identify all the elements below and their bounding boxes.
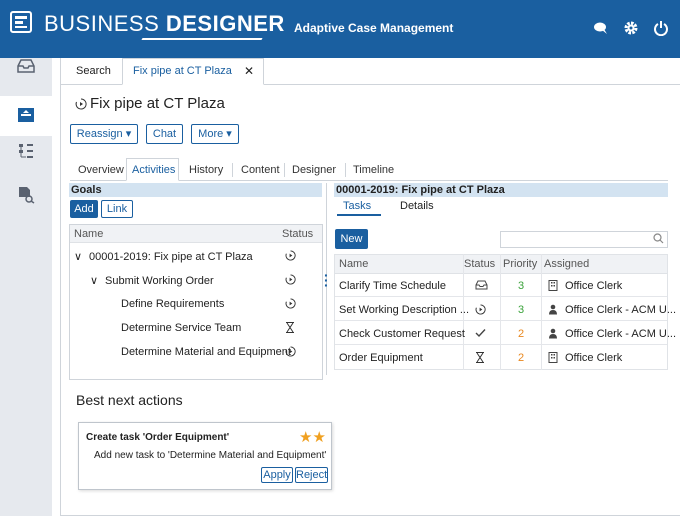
task-priority: 2 — [518, 328, 525, 340]
case-title: Fix pipe at CT Plaza — [90, 95, 225, 112]
row-divider — [335, 344, 667, 345]
row-divider — [335, 296, 667, 297]
logo-icon — [10, 11, 32, 33]
tab-timeline[interactable]: Timeline — [353, 160, 394, 180]
link-goal-button[interactable]: Link — [101, 200, 133, 218]
close-icon[interactable]: ✕ — [244, 58, 254, 84]
chat-bubble-icon[interactable] — [592, 19, 610, 37]
app-name: Adaptive Case Management — [294, 21, 454, 35]
new-task-button[interactable]: New — [335, 229, 368, 249]
search-icon[interactable] — [653, 233, 665, 245]
task-name[interactable]: Check Customer Request — [339, 328, 465, 340]
person-icon — [547, 327, 559, 339]
task-name[interactable]: Clarify Time Schedule — [339, 280, 446, 292]
subtab-separator — [284, 163, 285, 177]
tab-tasks-underline — [337, 214, 381, 216]
goal-row-label[interactable]: Determine Service Team — [121, 322, 241, 334]
detail-heading: 00001-2019: Fix pipe at CT Plaza — [334, 183, 668, 197]
row-divider — [335, 320, 667, 321]
tab-overview[interactable]: Overview — [78, 160, 124, 180]
waiting-icon — [284, 321, 296, 333]
subtab-separator — [345, 163, 346, 177]
task-assigned: Office Clerk - ACM U... — [565, 304, 677, 316]
in-progress-icon — [474, 303, 486, 315]
in-progress-icon — [284, 345, 296, 357]
inbox-icon — [17, 58, 35, 76]
goals-heading: Goals — [69, 183, 322, 197]
star-rating: ★★ — [299, 429, 326, 446]
check-icon — [474, 327, 486, 339]
person-icon — [547, 303, 559, 315]
goal-row-label[interactable]: Determine Material and Equipment — [121, 346, 291, 358]
goal-row-label[interactable]: 00001-2019: Fix pipe at CT Plaza — [89, 251, 253, 263]
col-divider — [541, 254, 542, 370]
reject-button[interactable]: Reject — [295, 467, 328, 483]
power-icon[interactable] — [652, 19, 670, 37]
col-divider — [500, 254, 501, 370]
in-progress-icon — [74, 96, 88, 112]
building-icon — [547, 351, 559, 363]
tab-tasks[interactable]: Tasks — [343, 200, 371, 212]
tab-history[interactable]: History — [189, 160, 223, 180]
apply-button[interactable]: Apply — [261, 467, 293, 483]
tab-designer[interactable]: Designer — [292, 160, 336, 180]
building-icon — [547, 279, 559, 291]
chat-button[interactable]: Chat — [146, 124, 183, 144]
sidebar-item-documents[interactable] — [0, 176, 52, 216]
add-goal-button[interactable]: Add — [70, 200, 98, 218]
task-priority: 3 — [518, 280, 525, 292]
tab-details[interactable]: Details — [400, 200, 434, 212]
tab-activities[interactable]: Activities — [132, 160, 175, 180]
tab-search[interactable]: Search — [76, 58, 111, 84]
tab-content[interactable]: Content — [241, 160, 280, 180]
task-assigned: Office Clerk — [565, 280, 623, 292]
in-progress-icon — [284, 297, 296, 309]
sidebar-item-cases[interactable] — [0, 96, 52, 136]
tree-expander-icon[interactable]: ∨ — [90, 274, 98, 287]
task-name[interactable]: Order Equipment — [339, 352, 423, 364]
task-name[interactable]: Set Working Description ... — [339, 304, 469, 316]
task-assigned: Office Clerk - ACM U... — [565, 328, 677, 340]
task-search-input[interactable] — [500, 231, 668, 248]
best-next-heading: Best next actions — [76, 392, 183, 408]
goals-col-status: Status — [282, 228, 314, 240]
in-progress-icon — [284, 249, 296, 261]
cases-icon — [17, 107, 35, 126]
goal-row-label[interactable]: Submit Working Order — [105, 275, 214, 287]
card-title: Create task 'Order Equipment' — [86, 432, 230, 443]
goal-row-label[interactable]: Define Requirements — [121, 298, 224, 310]
task-priority: 3 — [518, 304, 525, 316]
goals-table-header: Name Status — [70, 225, 322, 243]
sidebar-item-hierarchy[interactable] — [0, 132, 52, 172]
tree-expander-icon[interactable]: ∨ — [74, 250, 82, 263]
document-search-icon — [17, 186, 35, 207]
sidebar-item-inbox[interactable] — [0, 47, 52, 87]
subtab-separator — [232, 163, 233, 177]
brand-logo: BUSINESS DESIGNER — [44, 11, 285, 36]
logo-swoosh — [141, 38, 263, 40]
goals-col-name: Name — [74, 228, 104, 240]
gear-icon[interactable] — [622, 19, 640, 37]
task-assigned: Office Clerk — [565, 352, 623, 364]
in-progress-icon — [284, 273, 296, 285]
reassign-button[interactable]: Reassign ▾ — [70, 124, 138, 144]
task-priority: 2 — [518, 352, 525, 364]
splitter-handle[interactable]: · · · — [324, 268, 329, 292]
more-button[interactable]: More ▾ — [191, 124, 239, 144]
card-description: Add new task to 'Determine Material and … — [94, 450, 327, 461]
hierarchy-icon — [17, 142, 35, 163]
inbox-icon — [474, 279, 488, 291]
tab-case-label[interactable]: Fix pipe at CT Plaza — [133, 58, 232, 84]
waiting-icon — [474, 351, 486, 363]
